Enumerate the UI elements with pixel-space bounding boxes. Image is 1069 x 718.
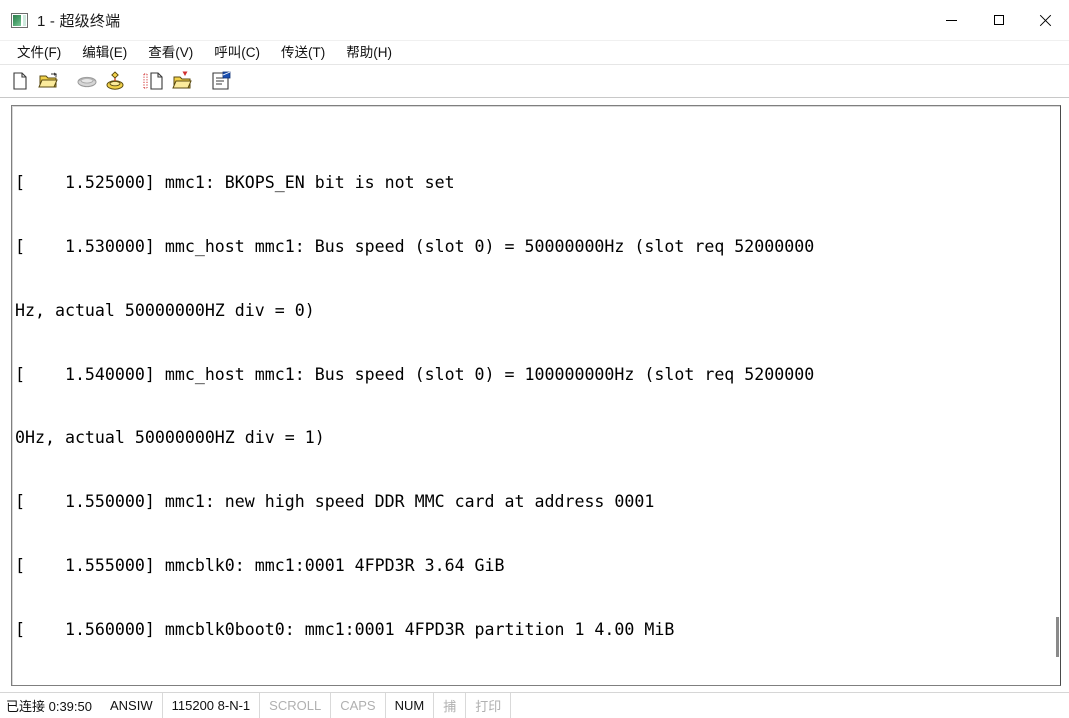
properties-button[interactable] xyxy=(208,68,234,94)
menu-view[interactable]: 查看(V) xyxy=(140,42,201,63)
minimize-button[interactable] xyxy=(928,0,975,40)
terminal-line: [ 1.550000] mmc1: new high speed DDR MMC… xyxy=(15,492,655,512)
toolbar-separator-2 xyxy=(130,68,139,94)
send-file-icon xyxy=(143,72,163,90)
window-title: 1 - 超级终端 xyxy=(37,12,121,30)
minimize-icon xyxy=(946,19,957,21)
status-connected: 已连接 0:39:50 xyxy=(6,699,92,714)
close-icon xyxy=(1039,14,1052,27)
new-connection-button[interactable] xyxy=(7,68,33,94)
send-file-button[interactable] xyxy=(141,68,167,94)
window-controls xyxy=(928,0,1069,40)
maximize-button[interactable] xyxy=(975,0,1022,40)
terminal-line: 0Hz, actual 50000000HZ div = 1) xyxy=(15,428,325,448)
hyperterminal-window: 1 - 超级终端 文件(F) 编辑(E) 查看(V) 呼叫(C) 传送(T) 帮… xyxy=(0,0,1069,718)
open-connection-button[interactable] xyxy=(35,68,61,94)
menu-call[interactable]: 呼叫(C) xyxy=(206,42,268,63)
menu-help[interactable]: 帮助(H) xyxy=(338,42,400,63)
status-spacer xyxy=(511,693,1069,718)
menu-transfer[interactable]: 传送(T) xyxy=(273,42,333,63)
terminal-line: [ 1.525000] mmc1: BKOPS_EN bit is not se… xyxy=(15,172,455,192)
phone-dial-icon xyxy=(106,71,124,90)
status-line-settings: 115200 8-N-1 xyxy=(163,693,261,718)
new-connection-icon xyxy=(13,72,27,90)
close-button[interactable] xyxy=(1022,0,1069,40)
status-scroll: SCROLL xyxy=(260,693,332,718)
maximize-icon xyxy=(993,15,1004,25)
status-caps: CAPS xyxy=(331,693,386,718)
properties-icon xyxy=(212,71,231,90)
status-emulation: ANSIW xyxy=(101,693,163,718)
terminal-line: [ 1.530000] mmc_host mmc1: Bus speed (sl… xyxy=(15,236,815,256)
receive-file-button[interactable] xyxy=(169,68,195,94)
terminal-line: [ 1.555000] mmcblk0: mmc1:0001 4FPD3R 3.… xyxy=(15,556,505,576)
terminal-screen[interactable]: [ 1.525000] mmc1: BKOPS_EN bit is not se… xyxy=(15,108,1057,685)
terminal-area: [ 1.525000] mmc1: BKOPS_EN bit is not se… xyxy=(0,98,1069,692)
menu-edit[interactable]: 编辑(E) xyxy=(74,42,135,63)
toolbar-separator-3 xyxy=(197,68,206,94)
disconnect-button[interactable] xyxy=(74,68,100,94)
terminal-frame[interactable]: [ 1.525000] mmc1: BKOPS_EN bit is not se… xyxy=(11,105,1061,686)
menu-file[interactable]: 文件(F) xyxy=(9,42,69,63)
hyperterminal-icon xyxy=(11,12,28,28)
terminal-line: [ 1.540000] mmc_host mmc1: Bus speed (sl… xyxy=(15,364,815,384)
title-bar: 1 - 超级终端 xyxy=(0,0,1069,41)
terminal-line: [ 1.560000] mmcblk0boot0: mmc1:0001 4FPD… xyxy=(15,620,675,640)
terminal-line: [ 1.565000] mmcblk0boot1: mmc1:0001 4FPD… xyxy=(15,683,1057,685)
status-num: NUM xyxy=(386,693,435,718)
status-print: 打印 xyxy=(466,693,512,718)
terminal-line: Hz, actual 50000000HZ div = 0) xyxy=(15,300,315,320)
menu-bar: 文件(F) 编辑(E) 查看(V) 呼叫(C) 传送(T) 帮助(H) xyxy=(0,41,1069,65)
terminal-scrollbar-thumb[interactable] xyxy=(1056,617,1059,657)
call-button[interactable] xyxy=(102,68,128,94)
status-capture: 捕 xyxy=(434,693,467,718)
title-bar-left: 1 - 超级终端 xyxy=(0,10,120,31)
phone-disconnect-icon xyxy=(77,76,97,88)
open-folder-icon xyxy=(37,72,58,88)
status-bar: 已连接 0:39:50 ANSIW 115200 8-N-1 SCROLL CA… xyxy=(0,692,1069,718)
toolbar-separator-1 xyxy=(63,68,72,94)
receive-file-icon xyxy=(171,71,192,89)
toolbar xyxy=(0,65,1069,98)
